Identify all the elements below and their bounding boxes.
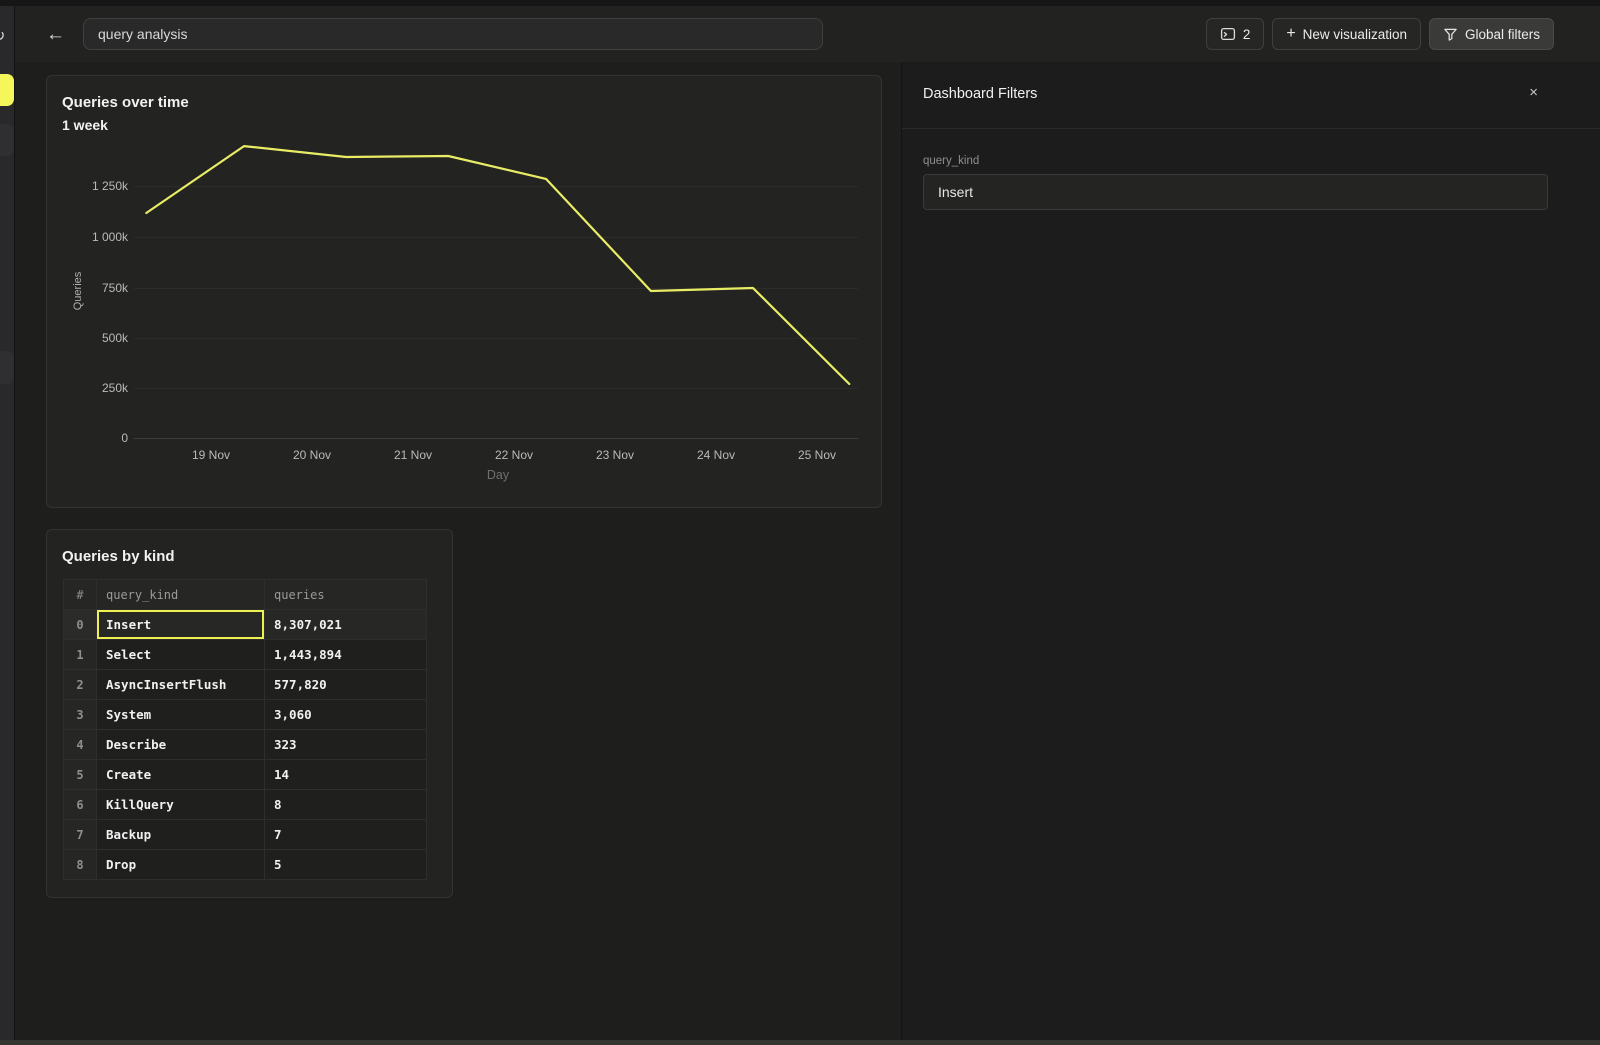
x-tick: 19 Nov (176, 448, 246, 462)
cell-query-kind[interactable]: System (97, 700, 265, 730)
cell-queries[interactable]: 323 (265, 730, 427, 760)
global-filters-button[interactable]: Global filters (1429, 18, 1554, 50)
table-row: 7 Backup 7 (64, 820, 427, 850)
table-row: 3 System 3,060 (64, 700, 427, 730)
cell-query-kind[interactable]: Select (97, 640, 265, 670)
queries-line-chart (134, 141, 858, 438)
column-header-index: # (64, 580, 97, 610)
table-row: 1 Select 1,443,894 (64, 640, 427, 670)
y-tick: 0 (57, 431, 128, 445)
queries-over-time-card: Queries over time 1 week Queries 1 250k … (46, 75, 882, 508)
table-row: 2 AsyncInsertFlush 577,820 (64, 670, 427, 700)
row-index: 5 (64, 760, 97, 790)
x-tick: 20 Nov (277, 448, 347, 462)
sidebar-item[interactable] (0, 351, 14, 384)
filter-field-label: query_kind (923, 155, 979, 167)
y-tick: 750k (57, 281, 128, 295)
panel-divider (902, 128, 1600, 129)
cell-query-kind-selected[interactable]: Insert (97, 610, 265, 640)
console-count-label: 2 (1243, 27, 1251, 42)
new-visualization-button[interactable]: + New visualization (1272, 18, 1421, 50)
row-index: 1 (64, 640, 97, 670)
x-tick: 24 Nov (681, 448, 751, 462)
cell-query-kind[interactable]: Describe (97, 730, 265, 760)
line-series-queries (146, 146, 849, 384)
table-row: 5 Create 14 (64, 760, 427, 790)
column-header-query-kind: query_kind (97, 580, 265, 610)
table-row: 6 KillQuery 8 (64, 790, 427, 820)
x-tick: 23 Nov (580, 448, 650, 462)
table-row: 8 Drop 5 (64, 850, 427, 880)
refresh-icon[interactable]: ↻ (0, 26, 5, 46)
filters-panel-title: Dashboard Filters (923, 86, 1037, 102)
cell-queries[interactable]: 8 (265, 790, 427, 820)
y-tick: 1 250k (57, 179, 128, 193)
cell-queries[interactable]: 577,820 (265, 670, 427, 700)
cell-query-kind[interactable]: Drop (97, 850, 265, 880)
table-row: 0 Insert 8,307,021 (64, 610, 427, 640)
y-tick: 1 000k (57, 230, 128, 244)
row-index: 0 (64, 610, 97, 640)
column-header-queries: queries (265, 580, 427, 610)
close-icon[interactable]: × (1529, 84, 1538, 101)
row-index: 4 (64, 730, 97, 760)
top-bar: ← 2 + New visualization Global filters (15, 6, 1600, 62)
cell-queries[interactable]: 8,307,021 (265, 610, 427, 640)
cell-queries[interactable]: 3,060 (265, 700, 427, 730)
chart-title: Queries over time (62, 94, 189, 111)
back-button[interactable]: ← (40, 23, 71, 46)
row-index: 6 (64, 790, 97, 820)
query-kind-filter-value: Insert (938, 184, 973, 200)
cell-queries[interactable]: 14 (265, 760, 427, 790)
row-index: 8 (64, 850, 97, 880)
chart-subtitle: 1 week (62, 117, 108, 133)
window-bottom-edge (0, 1040, 1600, 1045)
console-count-button[interactable]: 2 (1206, 18, 1265, 50)
cell-queries[interactable]: 1,443,894 (265, 640, 427, 670)
row-index: 3 (64, 700, 97, 730)
cell-queries[interactable]: 7 (265, 820, 427, 850)
query-kind-filter-select[interactable]: Insert (923, 174, 1548, 210)
dashboard-filters-panel: Dashboard Filters × query_kind Insert (901, 62, 1600, 1045)
cell-query-kind[interactable]: Backup (97, 820, 265, 850)
new-visualization-label: New visualization (1303, 27, 1407, 42)
funnel-icon (1443, 27, 1458, 42)
cell-queries[interactable]: 5 (265, 850, 427, 880)
top-bar-actions: 2 + New visualization Global filters (1206, 18, 1554, 50)
row-index: 2 (64, 670, 97, 700)
x-tick: 22 Nov (479, 448, 549, 462)
sidebar-item[interactable] (0, 124, 14, 156)
table-title: Queries by kind (62, 548, 175, 565)
cell-query-kind[interactable]: Create (97, 760, 265, 790)
cell-query-kind[interactable]: KillQuery (97, 790, 265, 820)
y-tick: 500k (57, 331, 128, 345)
cell-query-kind[interactable]: AsyncInsertFlush (97, 670, 265, 700)
table-row: 4 Describe 323 (64, 730, 427, 760)
left-sidebar: ↻ (0, 6, 15, 1040)
x-tick: 25 Nov (782, 448, 852, 462)
queries-by-kind-card: Queries by kind # query_kind queries 0 I… (46, 529, 453, 898)
y-tick: 250k (57, 381, 128, 395)
dashboard-title-input[interactable] (83, 18, 823, 50)
table-header-row: # query_kind queries (64, 580, 427, 610)
global-filters-label: Global filters (1465, 27, 1540, 42)
queries-by-kind-table: # query_kind queries 0 Insert 8,307,021 … (63, 579, 427, 880)
x-tick: 21 Nov (378, 448, 448, 462)
x-axis-line (134, 438, 858, 439)
sidebar-item-active[interactable] (0, 74, 14, 106)
plus-icon: + (1286, 25, 1295, 43)
row-index: 7 (64, 820, 97, 850)
x-axis-label: Day (463, 468, 533, 482)
terminal-icon (1220, 26, 1236, 42)
